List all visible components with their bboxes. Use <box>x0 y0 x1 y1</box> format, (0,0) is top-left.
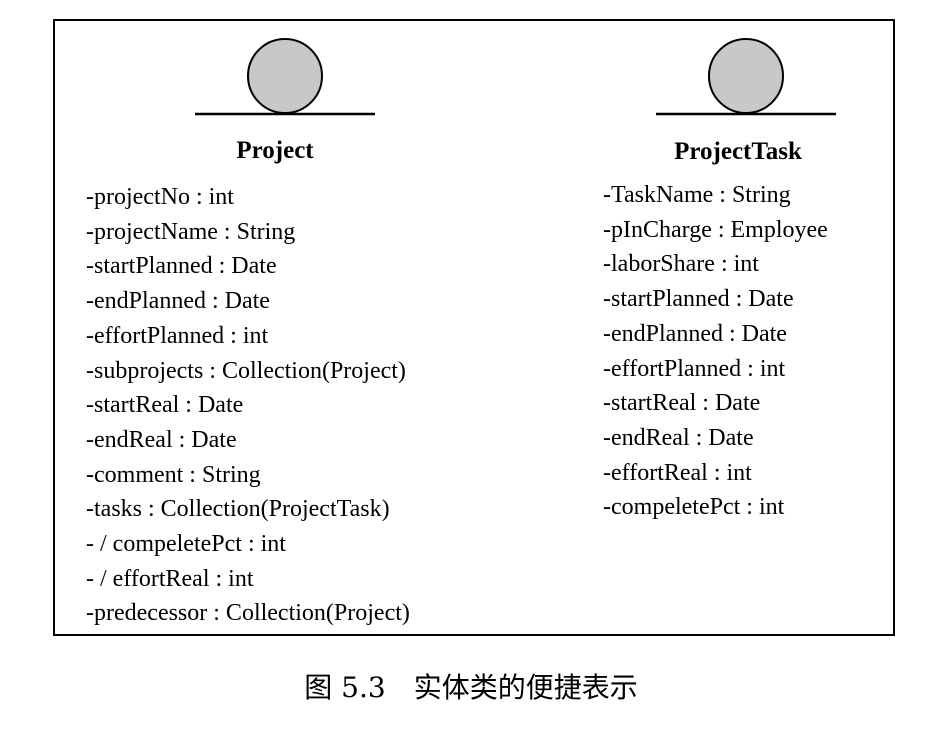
attribute: -pInCharge : Employee <box>603 216 828 243</box>
attribute: -effortPlanned : int <box>86 322 269 349</box>
attribute: -projectNo : int <box>86 184 234 210</box>
attribute: -projectName : String <box>86 218 296 245</box>
attribute: -subprojects : Collection(Project) <box>86 357 406 384</box>
attribute: -compeletePct : int <box>603 494 785 521</box>
attribute: -laborShare : int <box>603 251 759 278</box>
attribute: -startReal : Date <box>603 390 761 417</box>
entity-name-project: Project <box>236 137 314 164</box>
entity-circle <box>708 38 784 114</box>
attribute: -tasks : Collection(ProjectTask) <box>86 496 390 523</box>
attribute: -endReal : Date <box>86 426 237 453</box>
attribute: -startPlanned : Date <box>86 253 277 280</box>
attribute: -TaskName : String <box>603 182 791 208</box>
figure-caption: 图 5.3 实体类的便捷表示 <box>304 671 638 704</box>
entity-circle-icon <box>195 37 375 117</box>
attribute: -effortReal : int <box>603 459 752 486</box>
entity-circle-icon <box>656 37 836 117</box>
attribute: -endPlanned : Date <box>603 320 787 347</box>
attribute: -startPlanned : Date <box>603 286 794 313</box>
entity-name-projecttask: ProjectTask <box>674 138 802 165</box>
attribute: -predecessor : Collection(Project) <box>86 600 410 627</box>
entity-circle <box>247 38 323 114</box>
attribute: -effortPlanned : int <box>603 355 786 382</box>
attribute: -comment : String <box>86 461 261 488</box>
attribute-list-projecttask: -TaskName : String -pInCharge : Employee… <box>603 178 828 525</box>
attribute: -startReal : Date <box>86 392 244 419</box>
attribute: - / effortReal : int <box>86 565 254 592</box>
attribute-list-project: -projectNo : int -projectName : String -… <box>86 180 410 631</box>
attribute: -endPlanned : Date <box>86 288 270 315</box>
attribute: -endReal : Date <box>603 424 754 451</box>
attribute: - / compeletePct : int <box>86 531 286 558</box>
